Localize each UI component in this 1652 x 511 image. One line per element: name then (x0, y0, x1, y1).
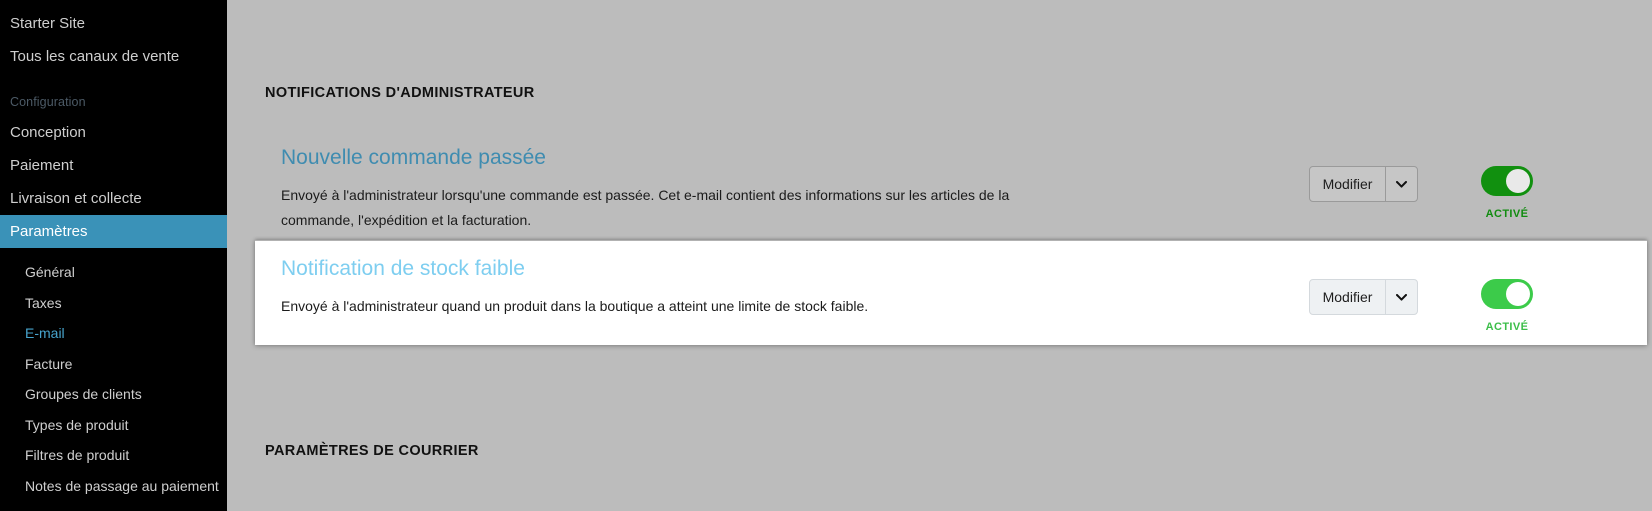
notification-card-low-stock[interactable]: Notification de stock faible Envoyé à l'… (255, 240, 1647, 345)
edit-button[interactable]: Modifier (1310, 280, 1385, 314)
main-content: NOTIFICATIONS D'ADMINISTRATEUR Nouvelle … (227, 0, 1652, 511)
sidebar-item-taxes[interactable]: Taxes (0, 288, 227, 318)
sidebar-item-parametres[interactable]: Paramètres (0, 215, 227, 248)
sidebar-item-groupes-de-clients[interactable]: Groupes de clients (0, 379, 227, 409)
notification-card-new-order[interactable]: Nouvelle commande passée Envoyé à l'admi… (255, 130, 1647, 235)
sidebar-item-label: Groupes de clients (25, 386, 142, 402)
toggle-state-label: ACTIVÉ (1485, 321, 1529, 333)
edit-split-button-group[interactable]: Modifier (1309, 166, 1418, 202)
sidebar-item-label: Paramètres (10, 223, 88, 240)
sidebar-item-livraison-et-collecte[interactable]: Livraison et collecte (0, 182, 227, 215)
toggle-knob (1506, 169, 1530, 193)
sidebar-item-label: Conception (10, 124, 86, 141)
sidebar-item-label: Livraison et collecte (10, 190, 142, 207)
sidebar-item-facture[interactable]: Facture (0, 349, 227, 379)
sidebar-item-conception[interactable]: Conception (0, 116, 227, 149)
sidebar-item-label: Taxes (25, 295, 62, 311)
edit-dropdown-toggle[interactable] (1385, 280, 1417, 314)
enable-toggle-wrapper: ACTIVÉ (1468, 279, 1546, 333)
chevron-down-icon (1396, 293, 1407, 301)
sidebar-item-starter-site[interactable]: Starter Site (0, 15, 85, 33)
edit-split-button-group[interactable]: Modifier (1309, 279, 1418, 315)
toggle-state-label: ACTIVÉ (1485, 208, 1529, 220)
notification-title: Nouvelle commande passée (281, 146, 546, 169)
sidebar: Starter Site Tous les canaux de vente Co… (0, 0, 227, 511)
edit-button[interactable]: Modifier (1310, 167, 1385, 201)
sidebar-item-all-sales-channels[interactable]: Tous les canaux de vente (0, 48, 179, 66)
sidebar-item-label: Paiement (10, 157, 74, 174)
sidebar-item-filtres-de-produit[interactable]: Filtres de produit (0, 440, 227, 470)
section-heading-mail-settings: PARAMÈTRES DE COURRIER (265, 443, 479, 459)
sidebar-item-types-de-produit[interactable]: Types de produit (0, 410, 227, 440)
enable-toggle[interactable] (1481, 166, 1533, 196)
enable-toggle-wrapper: ACTIVÉ (1468, 166, 1546, 220)
chevron-down-icon (1396, 180, 1407, 188)
enable-toggle[interactable] (1481, 279, 1533, 309)
sidebar-item-label: Types de produit (25, 417, 129, 433)
sidebar-item-paiement[interactable]: Paiement (0, 149, 227, 182)
sidebar-item-notes-de-passage-au-paiement[interactable]: Notes de passage au paiement (0, 471, 227, 501)
notification-title: Notification de stock faible (281, 257, 525, 280)
sidebar-item-label: Général (25, 264, 75, 280)
sidebar-item-label: Notes de passage au paiement (25, 478, 219, 494)
notification-description: Envoyé à l'administrateur quand un produ… (281, 298, 869, 314)
sidebar-item-general[interactable]: Général (0, 257, 227, 287)
edit-dropdown-toggle[interactable] (1385, 167, 1417, 201)
sidebar-item-label: Filtres de produit (25, 447, 130, 463)
sidebar-section-label-configuration: Configuration (10, 95, 86, 109)
sidebar-item-email[interactable]: E-mail (0, 318, 227, 348)
section-heading-admin-notifications: NOTIFICATIONS D'ADMINISTRATEUR (265, 85, 535, 101)
sidebar-item-label: Facture (25, 356, 73, 372)
toggle-knob (1506, 282, 1530, 306)
sidebar-item-label: E-mail (25, 325, 65, 341)
notification-description: Envoyé à l'administrateur lorsqu'une com… (281, 187, 1010, 228)
